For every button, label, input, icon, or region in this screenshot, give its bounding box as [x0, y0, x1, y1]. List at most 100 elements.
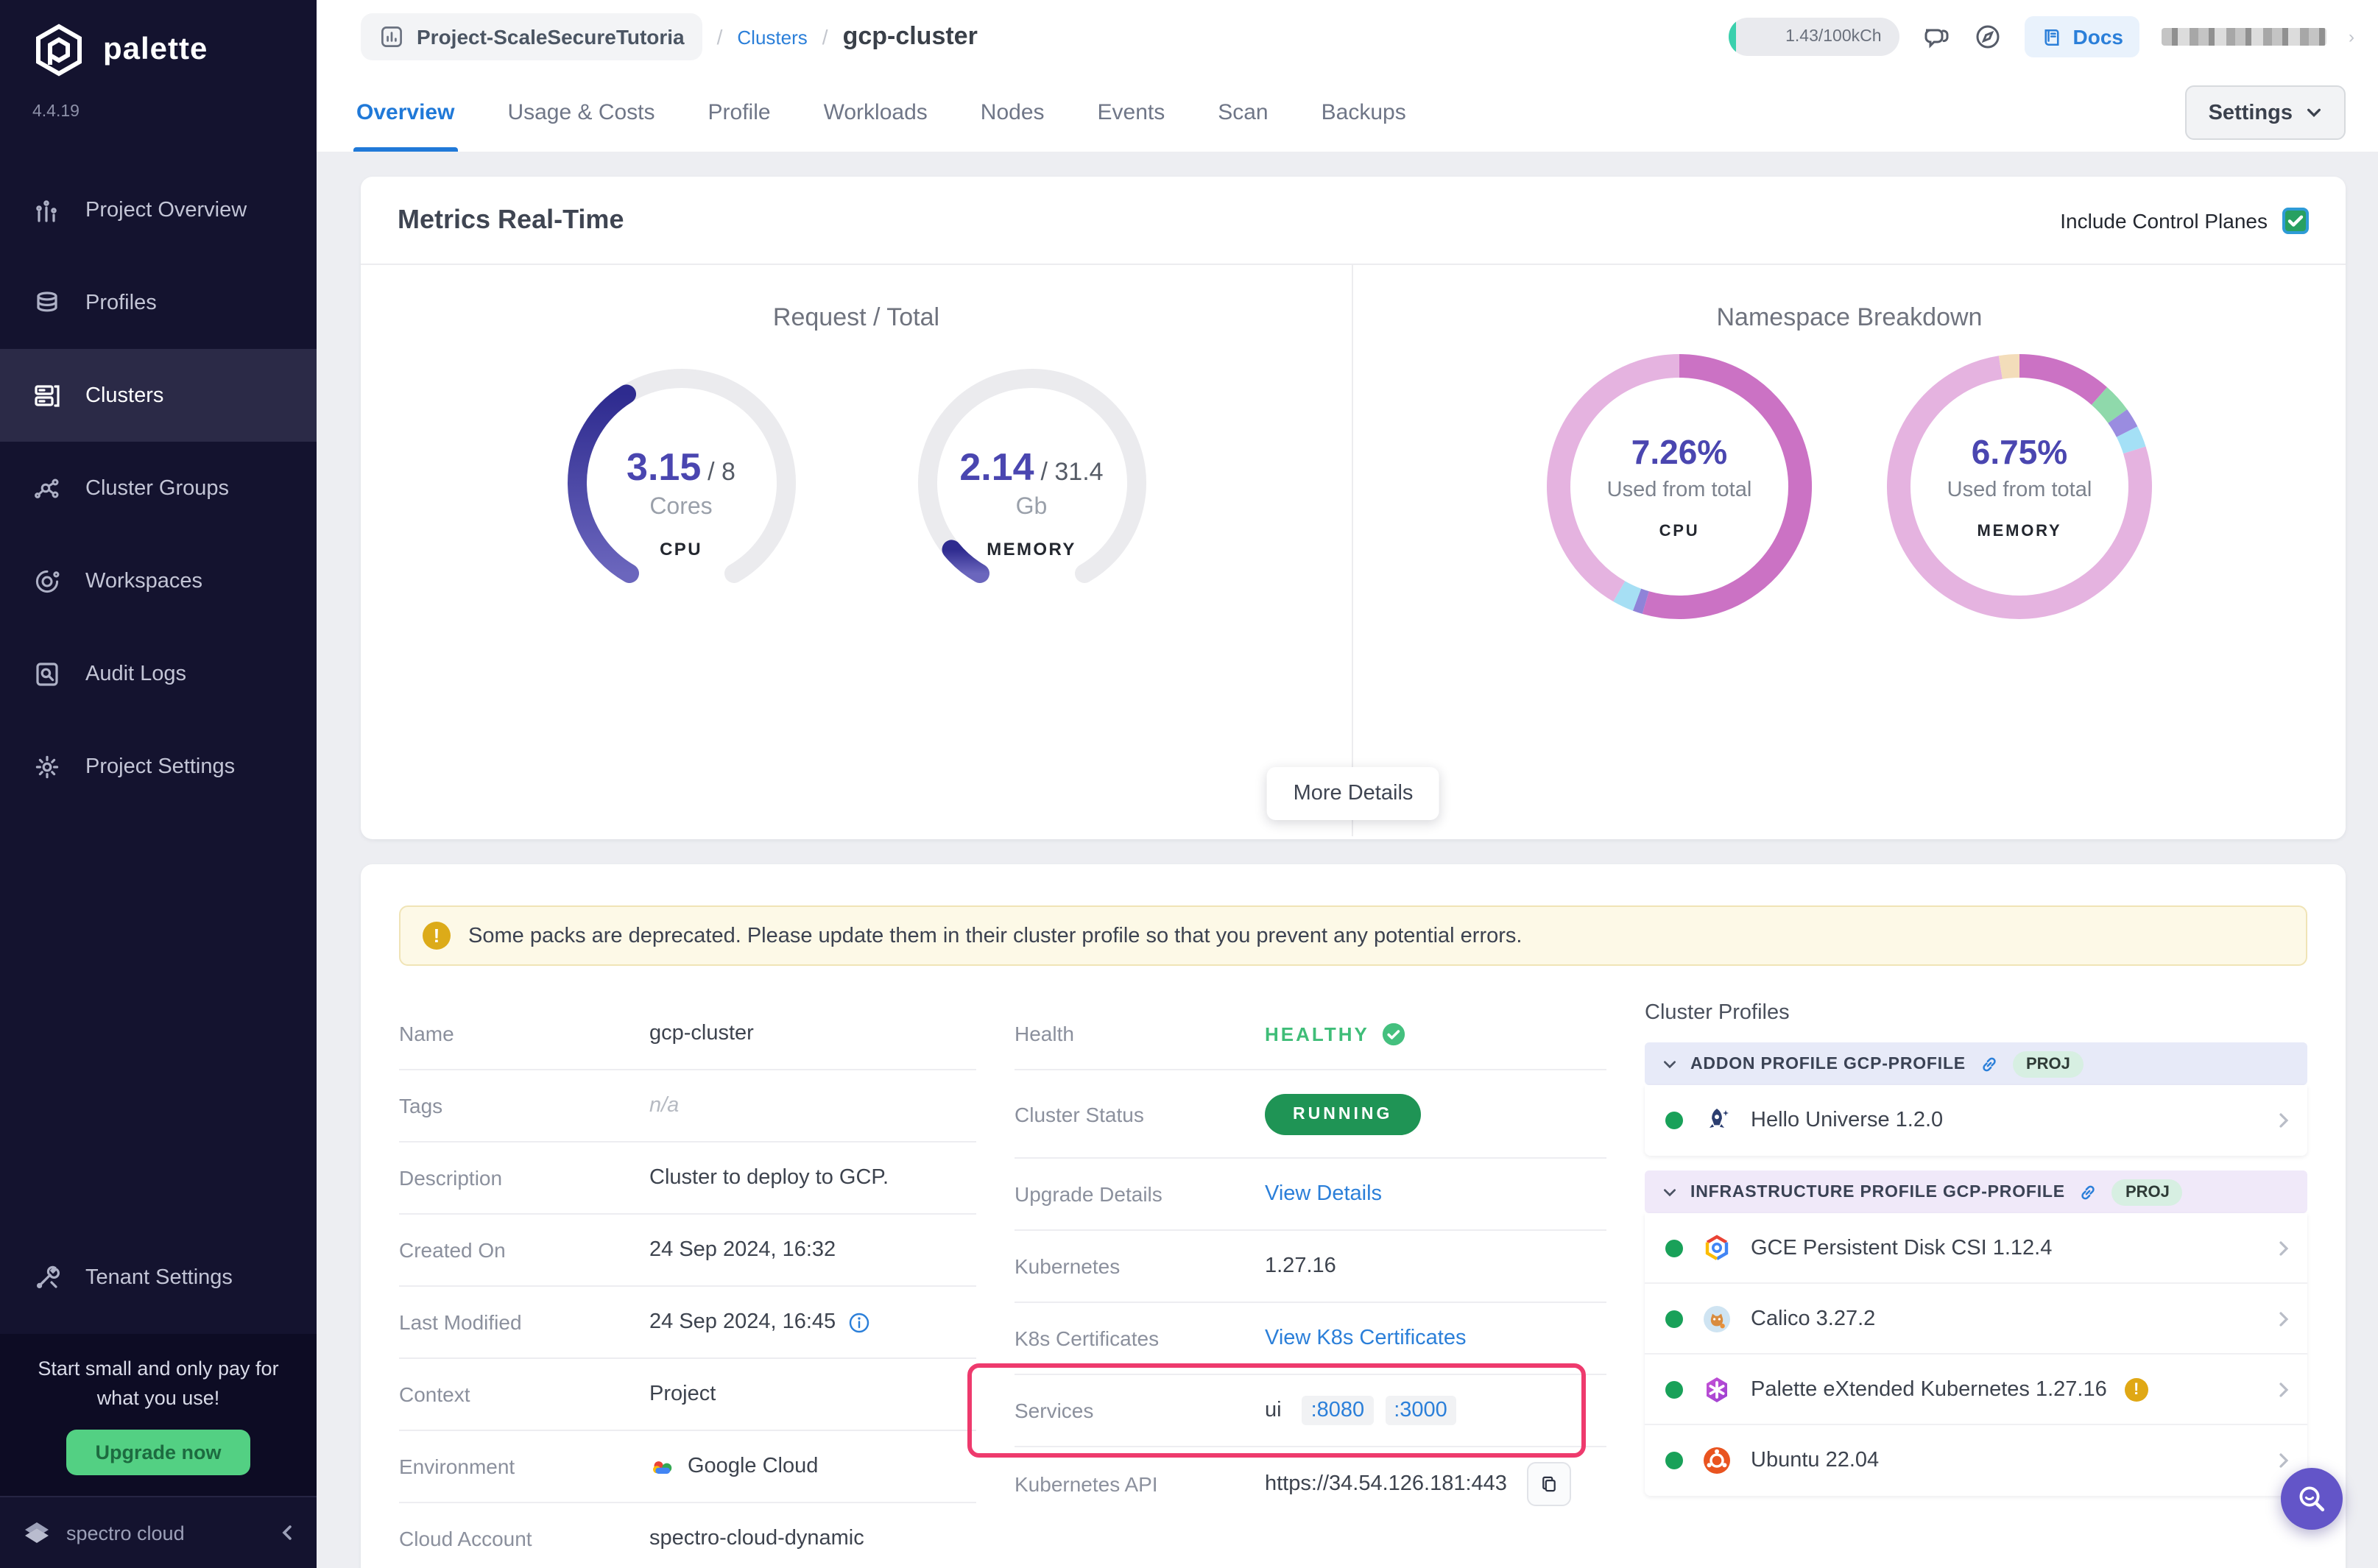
breadcrumb-project-pill[interactable]: Project-ScaleSecureTutoria [361, 13, 702, 60]
promo-text: Start small and only pay for what you us… [26, 1355, 291, 1412]
gauges-row: 3.15 / 8 Cores CPU 2.14 / 31.4 Gb [361, 353, 1352, 620]
proj-badge: PROJ [2112, 1179, 2183, 1205]
tab-overview[interactable]: Overview [356, 74, 454, 152]
donuts-row: 7.26% Used from total CPU 6.75% Used fro… [1353, 350, 2346, 623]
user-menu-chevron-icon[interactable]: › [2349, 27, 2354, 47]
sidebar-item-clusters[interactable]: Clusters [0, 349, 317, 442]
view-details-link[interactable]: View Details [1265, 1182, 1382, 1206]
usage-progress [1729, 18, 1736, 56]
warning-icon: ! [423, 922, 451, 950]
pack-item-hello-universe[interactable]: Hello Universe 1.2.0 [1645, 1085, 2307, 1156]
cpu-donut-label: CPU [1659, 523, 1700, 540]
sidebar: palette 4.4.19 Project Overview Profiles… [0, 0, 317, 1568]
detail-label: Kubernetes API [1015, 1472, 1265, 1495]
copy-api-url-button[interactable] [1528, 1461, 1572, 1505]
main-area: Project-ScaleSecureTutoria / Clusters / … [317, 0, 2378, 1568]
usage-text: 1.43/100kCh [1785, 28, 1881, 46]
pack-item-gce-persistent-disk[interactable]: GCE Persistent Disk CSI 1.12.4 [1645, 1213, 2307, 1284]
running-status-badge: RUNNING [1265, 1093, 1420, 1134]
cpu-gauge-text: 3.15 / 8 Cores CPU [548, 353, 814, 559]
copy-icon [1539, 1473, 1560, 1494]
detail-label: Health [1015, 1022, 1265, 1045]
pack-name: Ubuntu 22.04 [1751, 1449, 1879, 1472]
cluster-profiles-column: Cluster Profiles ADDON PROFILE GCP-PROFI… [1645, 998, 2307, 1568]
view-k8s-certificates-link[interactable]: View K8s Certificates [1265, 1327, 1466, 1350]
tab-profile[interactable]: Profile [708, 74, 771, 152]
tab-nodes[interactable]: Nodes [981, 74, 1045, 152]
detail-label: Description [399, 1166, 649, 1190]
cluster-details-card: ! Some packs are deprecated. Please upda… [361, 864, 2346, 1568]
link-icon [2078, 1182, 2099, 1202]
breadcrumb-project: Project-ScaleSecureTutoria [417, 25, 685, 49]
sidebar-item-profiles[interactable]: Profiles [0, 256, 317, 349]
namespace-breakdown-panel: Namespace Breakdown 7.26% Used from tota… [1353, 265, 2346, 836]
detail-label: Tags [399, 1094, 649, 1117]
sidebar-item-project-overview[interactable]: Project Overview [0, 163, 317, 256]
sidebar-item-project-settings[interactable]: Project Settings [0, 720, 317, 813]
sidebar-item-label: Clusters [85, 384, 163, 407]
pack-item-ubuntu[interactable]: Ubuntu 22.04 [1645, 1425, 2307, 1496]
service-port-8080-link[interactable]: :8080 [1302, 1396, 1374, 1425]
pack-name: GCE Persistent Disk CSI 1.12.4 [1751, 1236, 2052, 1260]
tab-backups[interactable]: Backups [1322, 74, 1406, 152]
layers-icon [32, 288, 62, 317]
sidebar-item-cluster-groups[interactable]: Cluster Groups [0, 442, 317, 534]
detail-row-kubernetes-api: Kubernetes API https://34.54.126.181:443 [1015, 1447, 1606, 1519]
settings-label: Settings [2209, 101, 2293, 124]
sidebar-item-label: Profiles [85, 291, 157, 314]
sidebar-item-workspaces[interactable]: Workspaces [0, 534, 317, 627]
healthy-check-icon [1381, 1021, 1406, 1046]
book-icon [2041, 26, 2063, 48]
detail-row-cloud-account: Cloud Account spectro-cloud-dynamic [399, 1503, 976, 1568]
sidebar-item-tenant-settings[interactable]: Tenant Settings [0, 1231, 317, 1324]
chat-icon[interactable] [1922, 22, 1951, 52]
cpu-used-value: 3.15 [627, 445, 701, 489]
collapse-sidebar-icon[interactable] [278, 1524, 296, 1541]
docs-button[interactable]: Docs [2025, 16, 2139, 57]
sidebar-item-audit-logs[interactable]: Audit Logs [0, 627, 317, 720]
upgrade-now-button[interactable]: Upgrade now [66, 1430, 250, 1475]
user-name-redacted[interactable] [2162, 28, 2326, 46]
header-actions: 1.43/100kCh Docs › [1729, 16, 2354, 57]
tab-events[interactable]: Events [1098, 74, 1165, 152]
pack-status-dot [1665, 1112, 1683, 1129]
sidebar-item-label: Workspaces [85, 569, 202, 593]
settings-dropdown-button[interactable]: Settings [2185, 85, 2346, 140]
addon-profile-header[interactable]: ADDON PROFILE GCP-PROFILE PROJ [1645, 1042, 2307, 1085]
compass-icon[interactable] [1973, 22, 2003, 52]
audit-icon [32, 659, 62, 688]
pack-item-calico[interactable]: Calico 3.27.2 [1645, 1284, 2307, 1355]
detail-row-environment: Environment Google Cloud [399, 1431, 976, 1503]
include-control-planes-checkbox[interactable] [2282, 207, 2309, 233]
sidebar-nav: Project Overview Profiles Clusters Clust… [0, 163, 317, 813]
breadcrumb-clusters-link[interactable]: Clusters [737, 26, 807, 48]
pack-status-dot [1665, 1380, 1683, 1398]
breadcrumb-separator: / [822, 25, 828, 49]
cpu-percent: 7.26% [1631, 433, 1727, 473]
infrastructure-profile-header[interactable]: INFRASTRUCTURE PROFILE GCP-PROFILE PROJ [1645, 1170, 2307, 1213]
last-modified-text: 24 Sep 2024, 16:45 [649, 1310, 836, 1334]
support-search-fab[interactable] [2281, 1468, 2343, 1530]
cpu-caption: Used from total [1607, 478, 1752, 502]
info-icon[interactable] [847, 1311, 869, 1333]
memory-percent: 6.75% [1972, 433, 2067, 473]
usage-meter[interactable]: 1.43/100kCh [1729, 18, 1899, 56]
service-name: ui [1265, 1399, 1282, 1422]
more-details-button[interactable]: More Details [1267, 767, 1440, 820]
link-icon [1979, 1053, 2000, 1074]
pack-status-dot [1665, 1452, 1683, 1469]
content-area: Metrics Real-Time Include Control Planes… [317, 152, 2378, 1568]
infrastructure-profile-name: INFRASTRUCTURE PROFILE GCP-PROFILE [1690, 1183, 2065, 1201]
detail-row-upgrade-details: Upgrade Details View Details [1015, 1159, 1606, 1231]
health-text: HEALTHY [1265, 1023, 1369, 1045]
pack-item-palette-extended-kubernetes[interactable]: Palette eXtended Kubernetes 1.27.16 ! [1645, 1355, 2307, 1425]
service-port-3000-link[interactable]: :3000 [1385, 1396, 1456, 1425]
tab-scan[interactable]: Scan [1218, 74, 1268, 152]
tab-workloads[interactable]: Workloads [824, 74, 928, 152]
project-chart-icon [378, 24, 405, 50]
detail-label: Services [1015, 1399, 1265, 1422]
tab-usage-costs[interactable]: Usage & Costs [507, 74, 655, 152]
metrics-title: Metrics Real-Time [398, 205, 624, 236]
chevron-down-icon [2306, 105, 2322, 121]
sidebar-item-label: Project Settings [85, 755, 235, 778]
